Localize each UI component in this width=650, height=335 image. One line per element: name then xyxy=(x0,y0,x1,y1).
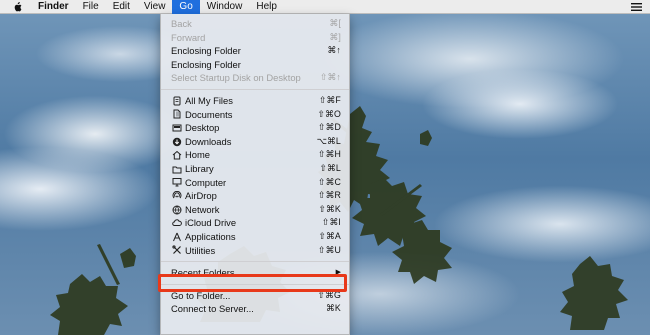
menu-item-library[interactable]: Library ⇧⌘L xyxy=(161,162,349,176)
applications-icon xyxy=(171,231,182,242)
downloads-icon xyxy=(171,136,182,147)
menu-finder[interactable]: Finder xyxy=(34,0,76,14)
computer-icon xyxy=(171,177,182,188)
library-icon xyxy=(171,163,182,174)
menu-item-applications[interactable]: Applications ⇧⌘A xyxy=(161,230,349,244)
menu-item-desktop[interactable]: Desktop ⇧⌘D xyxy=(161,121,349,135)
menu-item-network[interactable]: Network ⇧⌘K xyxy=(161,203,349,217)
menu-item-back[interactable]: Back ⌘[ xyxy=(161,17,349,31)
menu-item-select-startup-disk[interactable]: Select Startup Disk on Desktop ⇧⌘↑ xyxy=(161,71,349,85)
network-icon xyxy=(171,204,182,215)
menu-item-home[interactable]: Home ⇧⌘H xyxy=(161,148,349,162)
menu-item-computer[interactable]: Computer ⇧⌘C xyxy=(161,176,349,190)
menu-edit[interactable]: Edit xyxy=(106,0,137,14)
menu-item-enclosing-folder-alt[interactable]: Enclosing Folder xyxy=(161,58,349,72)
all-files-icon xyxy=(171,95,182,106)
menu-item-enclosing-folder[interactable]: Enclosing Folder ⌘↑ xyxy=(161,44,349,58)
menu-item-forward[interactable]: Forward ⌘] xyxy=(161,31,349,45)
documents-icon xyxy=(171,109,182,120)
menu-window[interactable]: Window xyxy=(200,0,250,14)
menu-item-all-my-files[interactable]: All My Files ⇧⌘F xyxy=(161,94,349,108)
airdrop-icon xyxy=(171,190,182,201)
menu-item-utilities[interactable]: Utilities ⇧⌘U xyxy=(161,244,349,258)
menu-extras-icon[interactable] xyxy=(631,0,642,14)
apple-icon[interactable] xyxy=(12,1,22,12)
home-icon xyxy=(171,150,182,161)
menu-item-airdrop[interactable]: AirDrop ⇧⌘R xyxy=(161,189,349,203)
menu-item-icloud-drive[interactable]: iCloud Drive ⇧⌘I xyxy=(161,216,349,230)
menu-file[interactable]: File xyxy=(76,0,106,14)
utilities-icon xyxy=(171,245,182,256)
menu-go[interactable]: Go xyxy=(172,0,200,14)
menu-separator xyxy=(161,261,349,263)
highlight-annotation xyxy=(158,274,347,292)
menu-view[interactable]: View xyxy=(137,0,173,14)
menu-bar: Finder File Edit View Go Window Help xyxy=(0,0,650,14)
menu-item-downloads[interactable]: Downloads ⌥⌘L xyxy=(161,135,349,149)
desktop-icon xyxy=(171,122,182,133)
icloud-icon xyxy=(171,218,182,229)
menu-help[interactable]: Help xyxy=(249,0,284,14)
menu-item-connect-to-server[interactable]: Connect to Server... ⌘K xyxy=(161,302,349,316)
menu-separator xyxy=(161,88,349,90)
menu-item-documents[interactable]: Documents ⇧⌘O xyxy=(161,108,349,122)
